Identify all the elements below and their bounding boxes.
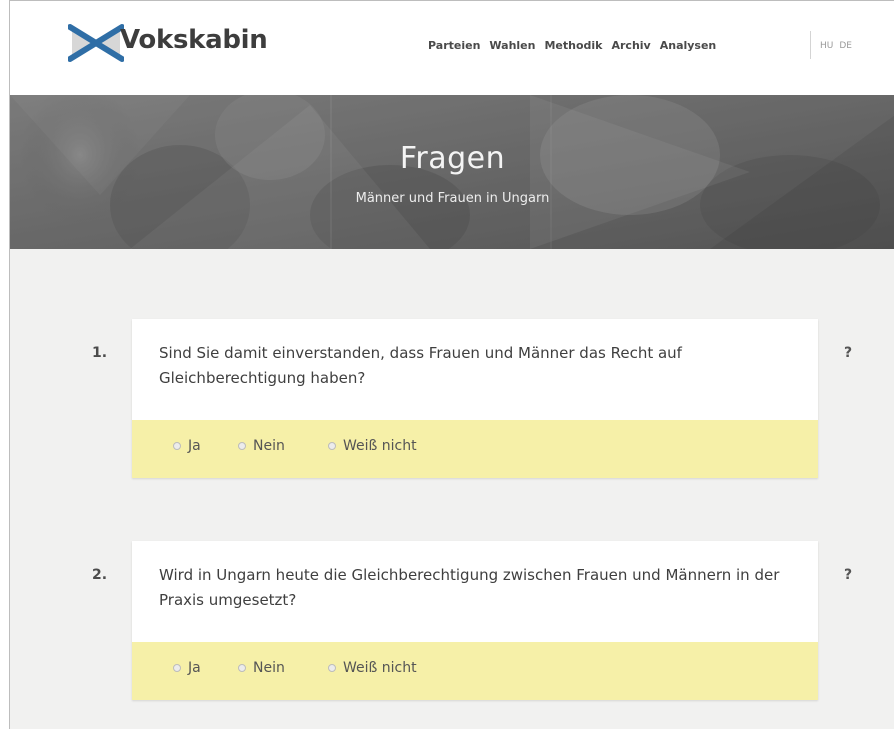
option-label: Ja <box>188 660 201 676</box>
nav-methodik[interactable]: Methodik <box>544 39 602 52</box>
page-subtitle: Männer und Frauen in Ungarn <box>355 191 550 206</box>
page-title: Fragen <box>399 141 506 176</box>
radio-icon[interactable] <box>173 442 181 450</box>
radio-icon[interactable] <box>173 664 181 672</box>
page-frame: Vokskabin Parteien Wahlen Methodik Archi… <box>9 0 894 729</box>
nav-parteien[interactable]: Parteien <box>428 39 480 52</box>
option-weiss-nicht[interactable]: Weiß nicht <box>328 660 417 676</box>
nav-archiv[interactable]: Archiv <box>611 39 650 52</box>
option-ja[interactable]: Ja <box>173 660 201 676</box>
question-card: Sind Sie damit einverstanden, dass Fraue… <box>132 319 818 478</box>
lang-hu[interactable]: HU <box>820 41 833 51</box>
nav-wahlen[interactable]: Wahlen <box>489 39 535 52</box>
question-number: 1. <box>92 345 108 361</box>
radio-icon[interactable] <box>328 442 336 450</box>
vokskabin-logo-icon[interactable] <box>68 23 124 63</box>
option-nein[interactable]: Nein <box>238 660 285 676</box>
nav-analysen[interactable]: Analysen <box>660 39 717 52</box>
site-header: Vokskabin Parteien Wahlen Methodik Archi… <box>10 1 894 95</box>
radio-icon[interactable] <box>238 664 246 672</box>
brand-name[interactable]: Vokskabin <box>120 25 268 55</box>
answer-options: Ja Nein Weiß nicht <box>132 642 818 700</box>
help-icon[interactable]: ? <box>844 345 852 361</box>
question-text: Sind Sie damit einverstanden, dass Fraue… <box>159 344 682 387</box>
question-text: Wird in Ungarn heute die Gleichberechtig… <box>159 566 780 609</box>
option-label: Nein <box>253 660 285 676</box>
radio-icon[interactable] <box>328 664 336 672</box>
question-number: 2. <box>92 567 108 583</box>
option-label: Nein <box>253 438 285 454</box>
option-weiss-nicht[interactable]: Weiß nicht <box>328 438 417 454</box>
option-nein[interactable]: Nein <box>238 438 285 454</box>
nav-divider <box>810 31 811 59</box>
help-icon[interactable]: ? <box>844 567 852 583</box>
option-label: Ja <box>188 438 201 454</box>
lang-de[interactable]: DE <box>839 41 852 51</box>
radio-icon[interactable] <box>238 442 246 450</box>
language-switcher: HU DE <box>820 41 852 51</box>
option-label: Weiß nicht <box>343 660 417 676</box>
main-nav: Parteien Wahlen Methodik Archiv Analysen <box>428 39 716 52</box>
option-ja[interactable]: Ja <box>173 438 201 454</box>
answer-options: Ja Nein Weiß nicht <box>132 420 818 478</box>
hero-banner: Fragen Männer und Frauen in Ungarn <box>10 95 894 249</box>
option-label: Weiß nicht <box>343 438 417 454</box>
question-card: Wird in Ungarn heute die Gleichberechtig… <box>132 541 818 700</box>
